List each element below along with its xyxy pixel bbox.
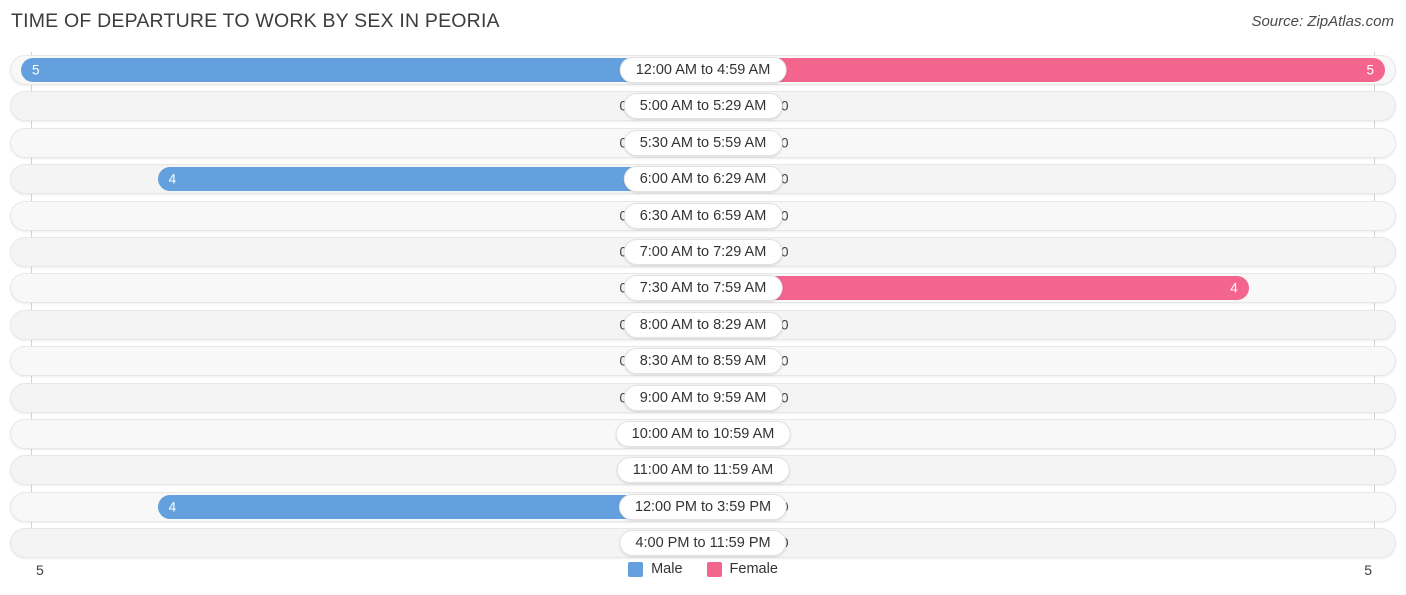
male-half: 4 — [21, 167, 704, 192]
category-label: 6:30 AM to 6:59 AM — [623, 202, 783, 229]
chart-row[interactable]: 4 012:00 PM to 3:59 PM — [10, 491, 1396, 522]
chart-row[interactable]: 004:00 PM to 11:59 PM — [10, 528, 1396, 559]
male-bar[interactable]: 4 — [157, 167, 704, 192]
female-half: 5 — [704, 58, 1385, 82]
source-attribution: Source: ZipAtlas.com — [1251, 13, 1394, 30]
female-half: 0 — [704, 312, 1385, 337]
chart-row[interactable]: 008:30 AM to 8:59 AM — [10, 346, 1396, 377]
category-label: 7:00 AM to 7:29 AM — [623, 239, 783, 265]
category-label: 4:00 PM to 11:59 PM — [619, 530, 787, 557]
male-bar[interactable]: 5 — [21, 58, 704, 82]
legend-swatch-male-icon — [628, 561, 644, 577]
female-bar[interactable]: 4 — [704, 276, 1249, 301]
category-label: 8:30 AM to 8:59 AM — [623, 348, 783, 375]
legend-label-male: Male — [651, 561, 683, 577]
male-half: 0 — [21, 349, 704, 374]
male-bar-value: 5 — [32, 62, 40, 78]
category-label: 12:00 PM to 3:59 PM — [618, 493, 788, 520]
category-label: 9:00 AM to 9:59 AM — [623, 384, 783, 411]
male-half: 4 — [21, 494, 704, 519]
female-half: 0 — [704, 94, 1385, 119]
chart-row[interactable]: 005:30 AM to 5:59 AM — [10, 127, 1396, 158]
chart-row[interactable]: 0 4 7:30 AM to 7:59 AM — [10, 273, 1396, 304]
chart-row[interactable]: 005:00 AM to 5:29 AM — [10, 91, 1396, 122]
female-half: 0 — [704, 240, 1385, 264]
male-bar-value: 4 — [168, 499, 177, 515]
female-half: 0 — [704, 531, 1385, 556]
male-half: 0 — [21, 312, 704, 337]
female-half: 4 — [704, 276, 1385, 301]
legend-item-male[interactable]: Male — [628, 561, 683, 577]
female-bar[interactable]: 5 — [704, 58, 1385, 82]
male-half: 0 — [21, 130, 704, 155]
male-half: 0 — [21, 458, 704, 483]
male-half: 0 — [21, 531, 704, 556]
legend-swatch-female-icon — [706, 561, 722, 577]
chart-row[interactable]: 009:00 AM to 9:59 AM — [10, 382, 1396, 413]
chart-row[interactable]: 006:30 AM to 6:59 AM — [10, 200, 1396, 231]
legend: Male Female — [0, 561, 1406, 577]
category-label: 7:30 AM to 7:59 AM — [623, 275, 783, 302]
male-half: 0 — [21, 422, 704, 446]
category-label: 5:30 AM to 5:59 AM — [623, 129, 783, 156]
female-half: 0 — [704, 203, 1385, 228]
legend-label-female: Female — [729, 561, 778, 577]
female-half: 0 — [704, 167, 1385, 192]
category-label: 11:00 AM to 11:59 AM — [616, 457, 790, 484]
male-half: 5 — [21, 58, 704, 82]
female-half: 0 — [704, 458, 1385, 483]
female-bar-value: 4 — [1230, 280, 1238, 296]
chart-row[interactable]: 007:00 AM to 7:29 AM — [10, 237, 1396, 267]
male-half: 0 — [21, 203, 704, 228]
female-half: 0 — [704, 130, 1385, 155]
chart-row[interactable]: 5 5 12:00 AM to 4:59 AM — [10, 55, 1396, 85]
chart-row[interactable]: 0010:00 AM to 10:59 AM — [10, 419, 1396, 449]
female-bar-value: 5 — [1366, 62, 1374, 78]
category-label: 10:00 AM to 10:59 AM — [615, 421, 791, 447]
male-half: 0 — [21, 94, 704, 119]
category-label: 5:00 AM to 5:29 AM — [623, 93, 783, 120]
page-title: TIME OF DEPARTURE TO WORK BY SEX IN PEOR… — [11, 10, 500, 32]
legend-item-female[interactable]: Female — [706, 561, 778, 577]
male-half: 0 — [21, 385, 704, 410]
chart-row[interactable]: 008:00 AM to 8:29 AM — [10, 309, 1396, 340]
plot-area: 5512:00 AM to 4:59 AM005:00 AM to 5:29 A… — [0, 52, 1406, 559]
female-half: 0 — [704, 494, 1385, 519]
chart-row[interactable]: 0011:00 AM to 11:59 AM — [10, 455, 1396, 486]
category-label: 6:00 AM to 6:29 AM — [623, 166, 783, 193]
male-bar-value: 4 — [168, 171, 177, 187]
chart-row[interactable]: 4 0 6:00 AM to 6:29 AM — [10, 164, 1396, 195]
category-label: 12:00 AM to 4:59 AM — [619, 57, 787, 83]
chart-container: TIME OF DEPARTURE TO WORK BY SEX IN PEOR… — [0, 0, 1406, 595]
male-half: 0 — [21, 276, 704, 301]
female-half: 0 — [704, 349, 1385, 374]
chart-footer: 5 5 Male Female — [0, 557, 1406, 595]
female-half: 0 — [704, 385, 1385, 410]
male-half: 0 — [21, 240, 704, 264]
female-half: 0 — [704, 422, 1385, 446]
category-label: 8:00 AM to 8:29 AM — [623, 311, 783, 338]
